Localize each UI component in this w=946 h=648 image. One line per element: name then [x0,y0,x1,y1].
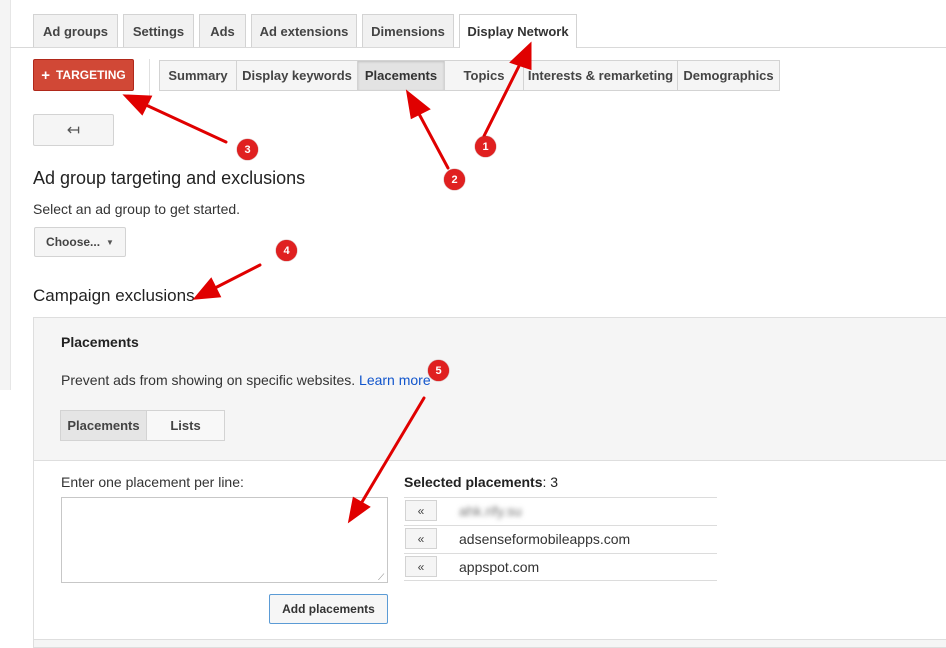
arrow-2 [416,110,450,170]
subtab-label: Topics [463,68,505,83]
back-button[interactable]: ↤ [33,114,114,146]
tab-display-network[interactable]: Display Network [459,14,577,48]
tab-ad-groups[interactable]: Ad groups [33,14,118,47]
description-text: Prevent ads from showing on specific web… [61,372,356,388]
back-arrow-icon: ↤ [66,122,81,139]
targeting-button[interactable]: + TARGETING [33,59,134,91]
placement-textarea[interactable] [61,497,388,583]
tab-label: Ad groups [43,23,108,39]
remove-placement-button[interactable]: « [405,528,437,549]
tab-ad-extensions[interactable]: Ad extensions [251,14,357,47]
placement-name: appspot.com [459,559,540,575]
tab-dimensions[interactable]: Dimensions [362,14,454,47]
segment-label: Placements [67,418,140,433]
annotation-badge-4: 4 [276,240,297,261]
segment-label: Lists [170,418,201,433]
subtab-label: Display keywords [242,68,352,83]
remove-placement-button[interactable]: « [405,556,437,577]
arrow-3 [144,103,228,144]
annotation-badge-1: 1 [475,136,496,157]
subtab-placements[interactable]: Placements [358,61,445,90]
remove-placement-button[interactable]: « [405,500,437,521]
annotation-badge-5: 5 [428,360,449,381]
selected-count: : 3 [542,474,559,490]
annotation-badge-3: 3 [237,139,258,160]
add-placements-button[interactable]: Add placements [269,594,388,624]
resize-handle-icon[interactable]: ⟋ [378,572,384,583]
placement-name: adsenseformobileapps.com [459,531,631,547]
enter-placement-label: Enter one placement per line: [61,474,244,490]
subtab-display-keywords[interactable]: Display keywords [237,61,358,90]
subtab-demographics[interactable]: Demographics [678,61,779,90]
subtab-label: Placements [364,68,438,83]
section-title-ad-group: Ad group targeting and exclusions [33,168,306,188]
tab-label: Ads [210,23,235,39]
choose-ad-group-dropdown[interactable]: Choose... ▼ [34,227,126,257]
subtab-group: Summary Display keywords Placements Topi… [159,60,780,91]
panel-title: Placements [61,334,139,350]
arrow-4 [213,263,262,290]
targeting-label: TARGETING [55,68,126,82]
tab-label: Ad extensions [259,23,349,39]
panel-description: Prevent ads from showing on specific web… [61,372,431,388]
plus-icon: + [41,66,50,84]
annotation-badge-2: 2 [444,169,465,190]
segment-placements[interactable]: Placements [61,411,147,440]
subtab-label: Interests & remarketing [527,68,674,83]
left-strip [0,0,11,390]
segment-lists[interactable]: Lists [147,411,224,440]
tab-settings[interactable]: Settings [123,14,194,47]
placement-name: ahk.rify.su [459,503,522,519]
section-title-campaign-exclusions: Campaign exclusions [33,286,195,305]
subtab-interests-remarketing[interactable]: Interests & remarketing [524,61,678,90]
subtab-label: Summary [168,68,228,83]
arrowhead-4 [192,277,222,300]
divider [149,59,150,105]
learn-more-link[interactable]: Learn more [359,372,431,388]
selected-placement-row: « appspot.com [404,553,717,581]
tab-label: Settings [132,23,185,39]
subtab-summary[interactable]: Summary [160,61,237,90]
segment-control: Placements Lists [60,410,225,441]
arrowhead-2 [405,89,431,120]
subtab-topics[interactable]: Topics [445,61,524,90]
caret-down-icon: ▼ [106,237,114,247]
tab-ads[interactable]: Ads [199,14,246,47]
selected-placement-row: « adsenseformobileapps.com [404,525,717,553]
section-subtitle: Select an ad group to get started. [33,201,241,217]
selected-placements-title: Selected placements: 3 [404,474,558,490]
arrowhead-3 [122,94,153,116]
choose-label: Choose... [46,235,101,249]
tab-label: Display Network [467,24,569,39]
selected-placement-row: « ahk.rify.su [404,497,717,525]
tab-label: Dimensions [371,23,445,39]
selected-label: Selected placements [404,474,543,490]
subtab-label: Demographics [683,68,774,83]
